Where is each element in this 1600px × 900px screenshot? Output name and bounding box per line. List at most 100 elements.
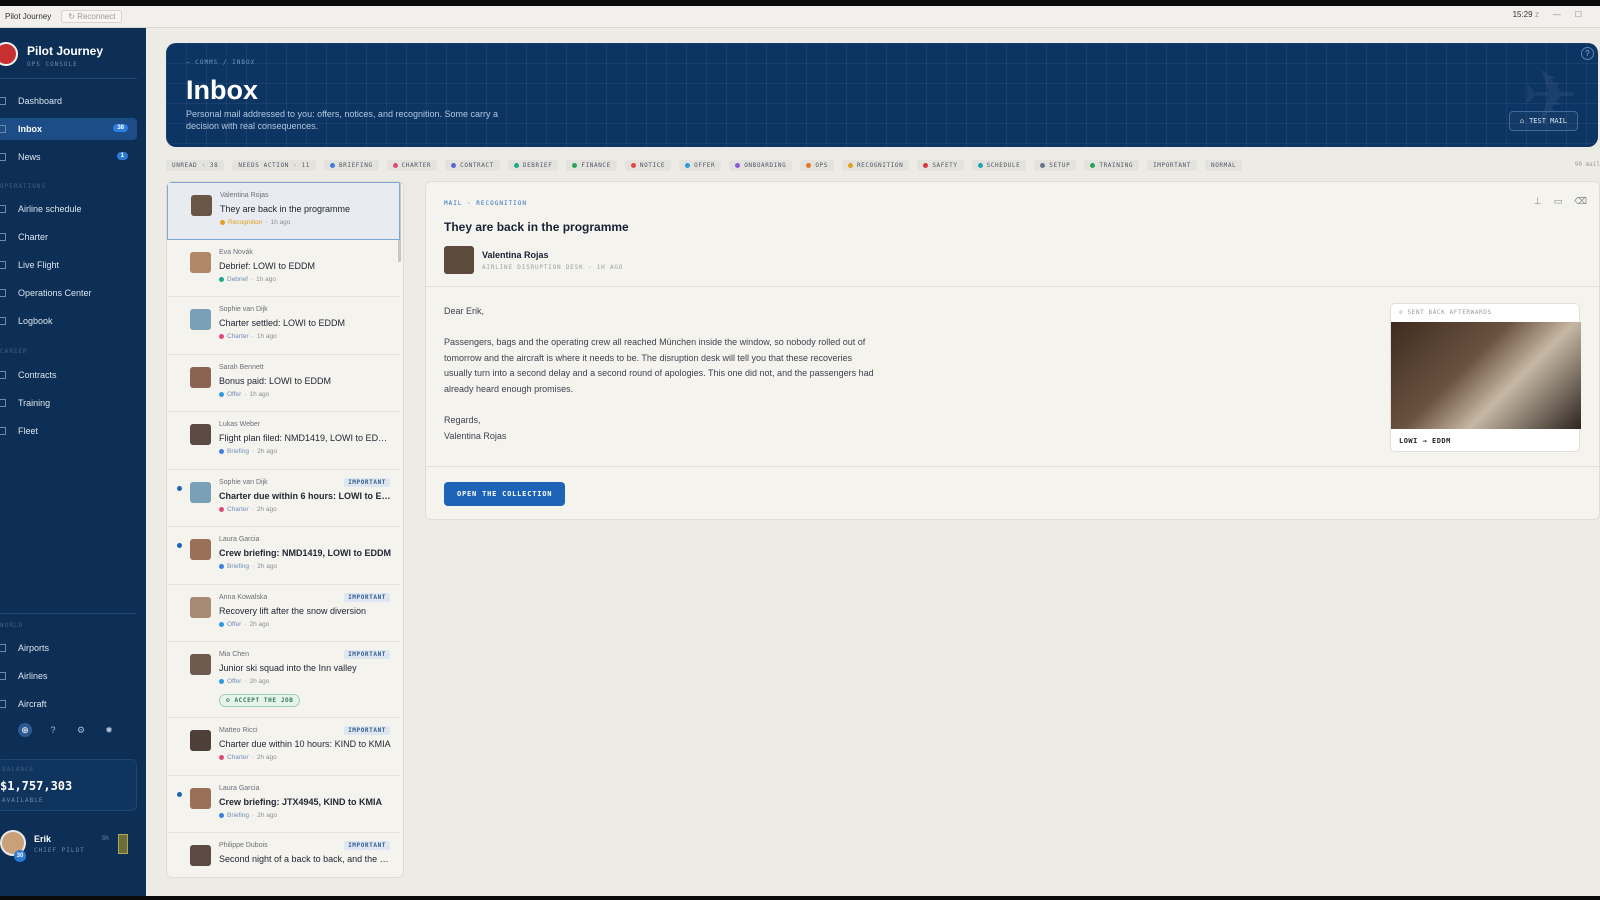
accept-job-button[interactable]: ⊘ ACCEPT THE JOB [219,694,301,707]
message-row[interactable]: Sophie van Dijk Charter due within 6 hour… [167,470,400,527]
message-row[interactable]: Laura Garcia Crew briefing: NMD1419, LOWI… [167,527,400,585]
message-meta: Offer · 2h ago [219,621,269,628]
message-row[interactable]: Valentina Rojas They are back in the prog… [167,182,400,240]
divider [426,466,1599,467]
message-row[interactable]: Philippe Dubois Second night of a back to… [167,833,400,877]
sidebar-item-inbox[interactable]: Inbox 38 [0,118,137,140]
message-row[interactable]: Sarah Bennett Bonus paid: LOWI to EDDM Off… [167,355,400,412]
sidebar-item-airline-schedule[interactable]: Airline schedule [0,198,137,220]
message-row[interactable]: Matteo Ricci Charter due within 10 hours:… [167,718,400,776]
category-dot-icon [572,162,578,168]
sidebar-item-airlines[interactable]: Airlines [0,665,137,687]
sidebar-item-contracts[interactable]: Contracts [0,364,137,386]
help-icon[interactable]: ? [46,723,60,737]
filter-important[interactable]: IMPORTANT [1147,159,1197,171]
message-row[interactable]: Laura Garcia Crew briefing: JTX4945, KIND… [167,776,400,833]
reconnect-button[interactable]: ↻ Reconnect [61,10,123,23]
filter-category[interactable]: CONTRACT [445,159,500,171]
filter-category-label: TRAINING [1099,161,1134,169]
globe-icon[interactable]: ⊕ [18,723,32,737]
message-category: Briefing [227,811,250,819]
message-row[interactable]: Sophie van Dijk Charter settled: LOWI to … [167,297,400,355]
category-dot-icon [685,162,691,168]
message-row[interactable]: Lukas Weber Flight plan filed: NMD1419, L… [167,412,400,470]
message-sender: Philippe Dubois [219,842,268,849]
gear-icon[interactable]: ⚙ [74,723,88,737]
minimize-icon[interactable]: — [1553,10,1561,19]
message-row[interactable]: Eva Novák Debrief: LOWI to EDDM Debrief · 1h… [167,240,400,297]
filter-category[interactable]: BRIEFING [323,159,379,171]
open-collection-button[interactable]: OPEN THE COLLECTION [444,482,566,506]
message-sender: Matteo Ricci [219,727,258,734]
brand-logo-icon [0,42,18,66]
filter-normal[interactable]: NORMAL [1204,159,1243,171]
plane-icon [0,261,6,269]
page-header: ✈ — COMMS / INBOX Inbox Personal mail ad… [166,43,1598,147]
training-icon [0,399,6,407]
sidebar-item-news[interactable]: News 1 [0,146,137,168]
filter-category[interactable]: CHARTER [386,159,438,171]
sidebar-item-airports[interactable]: Airports [0,637,137,659]
message-time: 1h ago [249,390,270,398]
category-dot-icon [220,220,225,225]
bug-icon[interactable]: ✹ [102,723,116,737]
brand[interactable]: Pilot Journey OPS CONSOLE [0,42,146,78]
message-sender: Lukas Weber [219,421,261,428]
sidebar-item-logbook[interactable]: Logbook [0,310,137,332]
trash-icon[interactable]: ⌫ [1574,196,1587,207]
filter-category-label: SAFETY [932,161,958,169]
filter-category[interactable]: OPS [800,159,834,171]
avatar [190,654,211,675]
filter-category[interactable]: SCHEDULE [971,159,1027,171]
avatar [191,195,212,216]
avatar [190,251,211,273]
category-dot-icon [219,755,224,760]
sidebar-item-dashboard[interactable]: Dashboard [0,90,137,112]
message-sender: Sophie van Dijk [219,306,268,313]
filter-category[interactable]: TRAINING [1084,159,1140,171]
category-dot-icon [219,564,224,569]
sidebar-item-label: Contracts [18,370,57,380]
filter-category[interactable]: RECOGNITION [841,159,910,171]
filter-category[interactable]: ONBOARDING [729,159,793,171]
message-signoff: Regards, Valentina Rojas [444,413,874,445]
message-time: 2h ago [249,620,270,628]
test-mail-button[interactable]: ⌂ TEST MAIL [1508,111,1578,131]
sidebar-item-fleet[interactable]: Fleet [0,420,137,442]
sidebar-item-charter[interactable]: Charter [0,226,137,248]
sidebar-item-label: Airlines [18,671,48,681]
filter-unread[interactable]: UNREAD · 38 [166,159,225,171]
pin-icon[interactable]: ⊥ [1534,196,1542,207]
help-icon[interactable]: ? [1581,47,1594,60]
message-subject: Junior ski squad into the Inn valley [219,663,357,673]
filter-category[interactable]: OFFER [679,159,722,171]
sidebar-item-aircraft[interactable]: Aircraft [0,693,137,715]
filter-category[interactable]: DEBRIEF [507,159,559,171]
message-row[interactable]: Mia Chen Junior ski squad into the Inn va… [167,642,400,718]
charter-icon [0,233,6,241]
message-row[interactable]: Anna Kowalska Recovery lift after the sno… [167,585,400,642]
clock-suffix: z [1534,10,1539,19]
filter-category[interactable]: SETUP [1034,159,1077,171]
user-card[interactable]: 30 Erik CHIEF PILOT 5h [0,824,137,864]
category-dot-icon [329,162,335,168]
sidebar-item-live-flight[interactable]: Live Flight [0,254,137,276]
maximize-icon[interactable]: ☐ [1575,10,1582,19]
rank-epaulette-icon [118,834,128,854]
separator: · [251,505,254,513]
filter-category[interactable]: NOTICE [624,159,672,171]
separator: · [265,219,268,226]
category-dot-icon [219,506,224,512]
archive-icon[interactable]: ▭ [1554,196,1563,207]
photo-attachment[interactable]: ⊘ SENT BACK AFTERWARDS LOWI → EDDM [1390,303,1581,452]
filter-needs-action[interactable]: NEEDS ACTION · 11 [232,159,316,171]
section-label-world: WORLD [0,622,24,629]
section-label-career: CAREER [0,348,28,355]
filter-category[interactable]: SAFETY [917,159,964,171]
sidebar-item-training[interactable]: Training [0,392,137,414]
message-list[interactable]: Valentina Rojas They are back in the prog… [166,181,404,878]
filter-category[interactable]: FINANCE [566,159,617,171]
sidebar-item-operations-center[interactable]: Operations Center [0,282,137,304]
avatar [190,787,211,809]
message-category: Offer [227,620,242,628]
